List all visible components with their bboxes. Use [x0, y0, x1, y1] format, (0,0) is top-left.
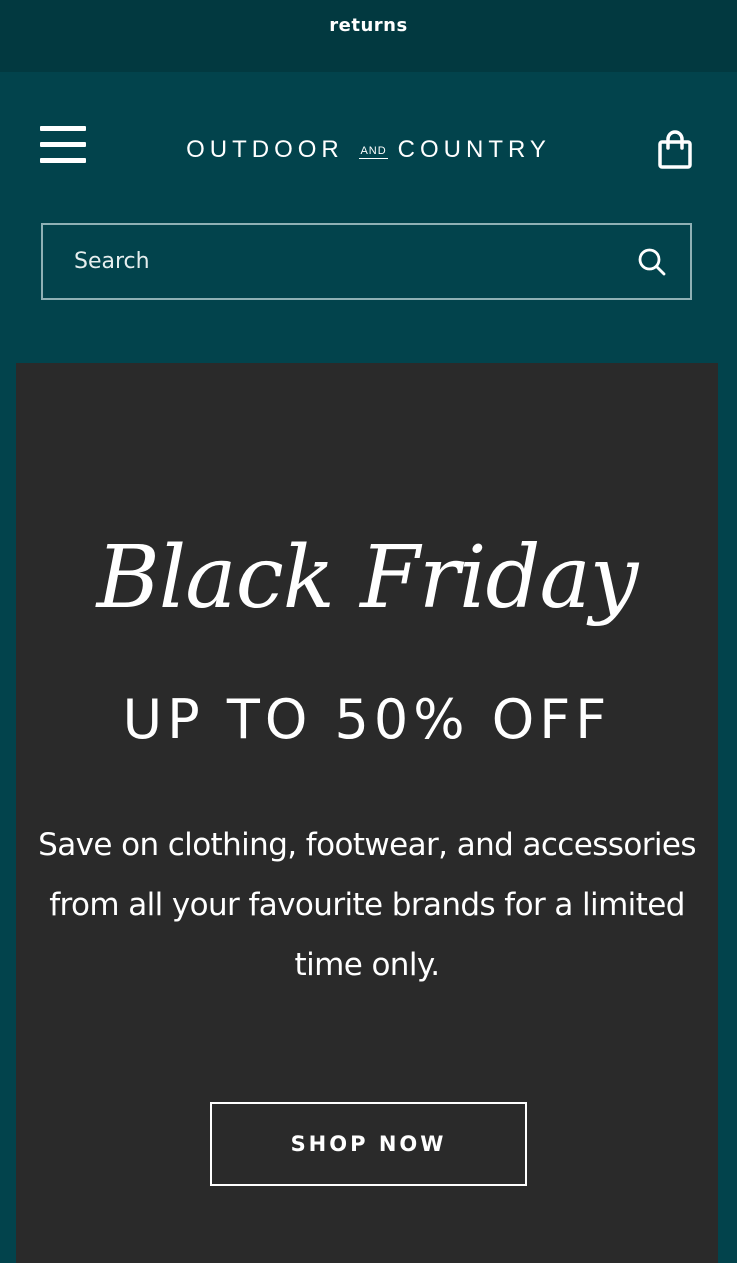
shop-now-button[interactable]: SHOP NOW — [210, 1102, 527, 1186]
logo-word-country: COUNTRY — [397, 136, 551, 163]
logo-word-and: AND — [359, 145, 388, 159]
hero-subtitle: UP TO 50% OFF — [122, 688, 612, 751]
cart-button[interactable] — [657, 130, 693, 170]
search-icon[interactable] — [636, 246, 668, 278]
announcement-text[interactable]: returns — [329, 15, 407, 36]
site-logo[interactable]: OUTDOOR AND COUNTRY — [0, 136, 737, 164]
search-input[interactable] — [43, 224, 636, 299]
search-box — [41, 223, 692, 300]
shopping-bag-icon — [658, 130, 692, 169]
site-header: OUTDOOR AND COUNTRY — [0, 72, 737, 362]
announcement-bar: returns — [0, 0, 737, 72]
hero-description: Save on clothing, footwear, and accessor… — [38, 827, 696, 983]
logo-word-outdoor: OUTDOOR — [186, 136, 344, 163]
hero-banner: Black Friday UP TO 50% OFF Save on cloth… — [16, 363, 718, 1263]
hero-title: Black Friday — [96, 528, 639, 628]
